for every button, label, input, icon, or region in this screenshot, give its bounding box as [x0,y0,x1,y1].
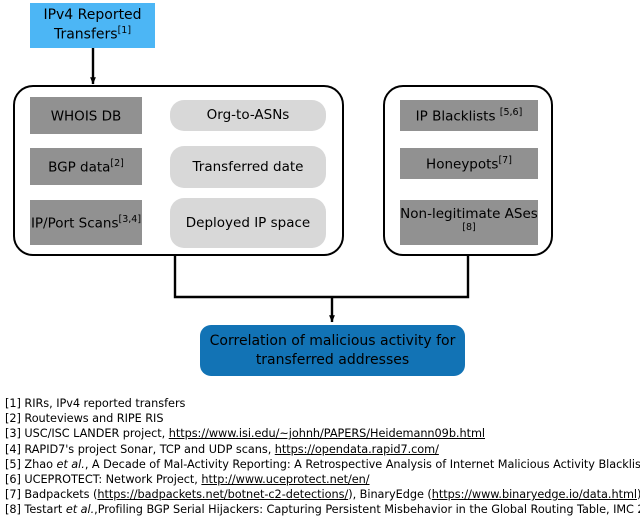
footnote-number: [8] [5,503,21,517]
footnote-item: [2] Routeviews and RIPE RIS [5,411,637,426]
footnote-link[interactable]: https://www.isi.edu/~johnh/PAPERS/Heidem… [169,427,485,440]
node-reference: [1] [117,24,132,36]
footnote-number: [7] [5,488,21,502]
footnote-text: UCEPROTECT: Network Project, [24,473,202,487]
box-label: Honeypots[7] [426,154,512,173]
footnote-item: [5] Zhao et al., A Decade of Mal-Activit… [5,457,640,472]
box-non-legitimate-ases: Non-legitimate ASes [8] [400,200,538,245]
node-label: IPv4 Reported Transfers[1] [43,7,142,43]
box-label: Transferred date [192,158,304,175]
box-honeypots: Honeypots[7] [400,148,538,179]
box-label: IP Blacklists [5,6] [415,106,523,125]
footnote-number: [3] [5,427,21,441]
box-bgp-data: BGP data[2] [30,148,142,185]
box-label: IP/Port Scans[3,4] [30,213,142,232]
box-ip-port-scans: IP/Port Scans[3,4] [30,200,142,245]
box-ip-blacklists: IP Blacklists [5,6] [400,100,538,131]
footnotes-list: [1] RIRs, IPv4 reported transfers [2] Ro… [5,396,640,518]
node-label: Correlation of malicious activity for tr… [209,333,456,368]
box-org-to-asns: Org-to-ASNs [170,100,326,131]
footnote-text: ), BinaryEdge ( [348,488,432,502]
footnote-text: Testart et al.,Profiling BGP Serial Hija… [24,503,640,517]
footnote-text: Zhao et al., A Decade of Mal-Activity Re… [24,457,640,471]
footnote-text: Badpackets ( [24,488,98,502]
box-label: Org-to-ASNs [206,107,290,124]
footnote-link[interactable]: http://www.uceprotect.net/en/ [201,473,369,486]
footnote-number: [4] [5,442,21,456]
footnote-item: [8] Testart et al.,Profiling BGP Serial … [5,502,640,517]
footnote-number: [2] [5,412,21,426]
footnote-link[interactable]: https://opendata.rapid7.com/ [275,443,439,456]
box-label: WHOIS DB [50,108,122,125]
footnote-number: [1] [5,397,21,410]
box-deployed-ip-space: Deployed IP space [170,198,326,248]
box-label: BGP data[2] [48,157,124,176]
architecture-diagram: IPv4 Reported Transfers[1] WHOIS DB BGP … [0,0,640,390]
footnote-number: [5] [5,457,21,471]
node-correlation-result: Correlation of malicious activity for tr… [200,325,465,376]
footnote-item: [7] Badpackets (https://badpackets.net/b… [5,487,640,502]
footnote-item: [6] UCEPROTECT: Network Project, http://… [5,472,637,487]
box-whois-db: WHOIS DB [30,97,142,134]
box-label: Non-legitimate ASes [8] [400,205,538,233]
footnote-item: [3] USC/ISC LANDER project, https://www.… [5,426,637,441]
footnote-item: [1] RIRs, IPv4 reported transfers [5,396,637,411]
footnote-link[interactable]: https://www.binaryedge.io/data.html [432,488,637,501]
box-label: Deployed IP space [185,214,311,231]
footnote-text: USC/ISC LANDER project, [24,427,169,441]
footnote-item: [4] RAPID7's project Sonar, TCP and UDP … [5,442,637,457]
footnote-text: Routeviews and RIPE RIS [24,412,164,426]
footnote-text: RAPID7's project Sonar, TCP and UDP scan… [24,442,275,456]
footnote-link[interactable]: https://badpackets.net/botnet-c2-detecti… [97,488,348,501]
footnote-text: RIRs, IPv4 reported transfers [24,397,186,410]
footnote-number: [6] [5,473,21,487]
box-transferred-date: Transferred date [170,146,326,188]
node-ipv4-reported-transfers: IPv4 Reported Transfers[1] [30,3,155,48]
